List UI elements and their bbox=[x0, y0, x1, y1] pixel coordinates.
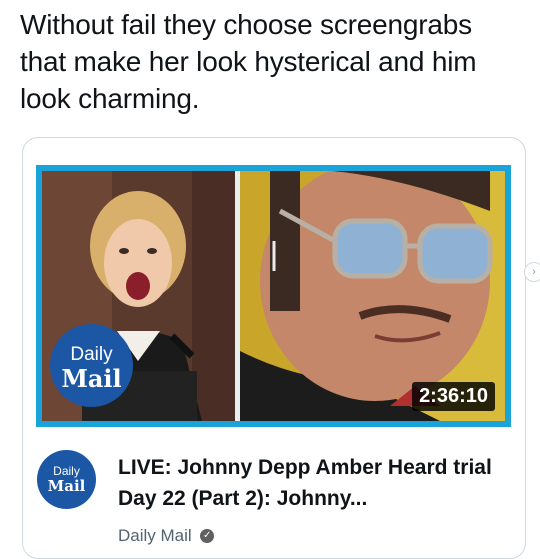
video-thumbnail[interactable]: Daily Mail 2:36:10 bbox=[36, 165, 511, 427]
chevron-right-icon[interactable]: › bbox=[524, 262, 540, 282]
daily-mail-logo: Daily Mail bbox=[50, 324, 133, 407]
thumbnail-right-photo: 2:36:10 bbox=[240, 171, 505, 421]
thumbnail-left-photo: Daily Mail bbox=[42, 171, 235, 421]
avatar-daily-text: Daily bbox=[53, 464, 80, 478]
channel-row[interactable]: Daily Mail ✓ bbox=[118, 526, 215, 556]
video-duration-badge: 2:36:10 bbox=[412, 382, 495, 411]
video-title[interactable]: LIVE: Johnny Depp Amber Heard trial Day … bbox=[118, 452, 498, 514]
video-link-card[interactable]: Daily Mail 2:36:10 Daily Mail LIVE: John… bbox=[22, 137, 526, 559]
channel-name[interactable]: Daily Mail bbox=[118, 526, 192, 545]
logo-mail-text: Mail bbox=[61, 364, 122, 393]
logo-daily-text: Daily bbox=[70, 344, 113, 365]
check-circle-icon: ✓ bbox=[200, 529, 215, 543]
tweet-text: Without fail they choose screengrabs tha… bbox=[20, 9, 477, 114]
channel-avatar[interactable]: Daily Mail bbox=[37, 450, 96, 509]
avatar-mail-text: Mail bbox=[47, 477, 86, 495]
